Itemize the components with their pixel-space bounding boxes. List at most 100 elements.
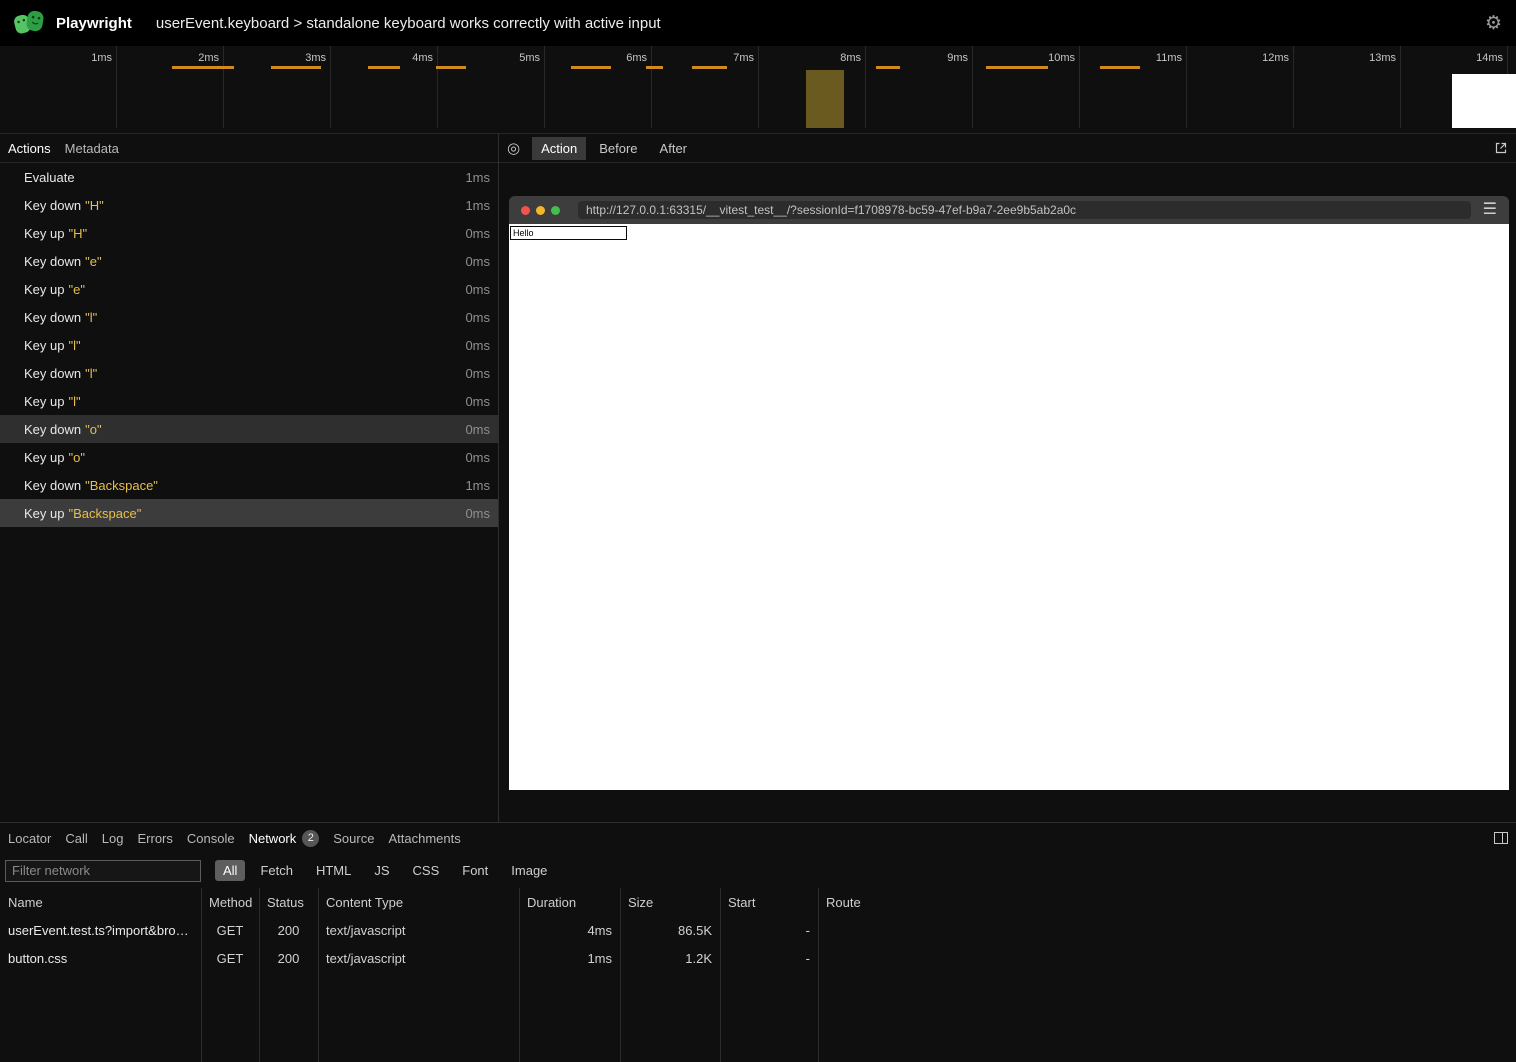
tick-label: 13ms [1369,52,1396,64]
pick-locator-icon[interactable]: ◎ [507,139,520,157]
timeline-tick: 5ms [438,46,545,128]
column-header-method: Method [201,895,259,910]
snapshot-area: http://127.0.0.1:63315/__vitest_test__/?… [499,163,1516,822]
tick-label: 6ms [626,52,647,64]
cell-name: userEvent.test.ts?import&bro… [0,923,201,938]
tab-network[interactable]: Network2 [249,830,320,847]
filter-chip-image[interactable]: Image [503,860,555,881]
timeline-action-mark [271,66,321,69]
browser-window: http://127.0.0.1:63315/__vitest_test__/?… [509,196,1509,790]
timeline-tick: 7ms [652,46,759,128]
filter-chip-fetch[interactable]: Fetch [252,860,301,881]
action-row[interactable]: Key up"l"0ms [0,387,498,415]
cell-method: GET [201,951,259,966]
action-row[interactable]: Key up"o"0ms [0,443,498,471]
network-row[interactable]: userEvent.test.ts?import&bro…GET200text/… [0,916,1516,944]
timeline-tick: 3ms [224,46,331,128]
action-row[interactable]: Key down"H"1ms [0,191,498,219]
action-key-value: "e" [68,282,84,297]
playwright-logo-icon [14,9,44,37]
tab-log[interactable]: Log [102,831,124,846]
action-duration: 0ms [465,226,490,241]
tab-actions[interactable]: Actions [8,141,51,156]
timeline-tick: 2ms [117,46,224,128]
page-text-input[interactable] [510,226,627,240]
tick-label: 5ms [519,52,540,64]
action-title: Key down [24,422,81,437]
actions-panel: Actions Metadata Evaluate1msKey down"H"1… [0,134,499,822]
timeline-tick: 10ms [973,46,1080,128]
action-duration: 0ms [465,394,490,409]
tab-source[interactable]: Source [333,831,374,846]
action-key-value: "o" [68,450,84,465]
tab-metadata[interactable]: Metadata [65,141,119,156]
settings-gear-icon[interactable]: ⚙ [1485,14,1502,33]
filter-chip-js[interactable]: JS [366,860,397,881]
timeline-tick: 1ms [0,46,117,128]
network-row[interactable]: button.cssGET200text/javascript1ms1.2K- [0,944,1516,972]
action-row[interactable]: Key down"l"0ms [0,359,498,387]
tab-action[interactable]: Action [532,137,586,160]
cell-duration: 1ms [519,951,620,966]
window-dot-yellow-icon [536,206,545,215]
tick-label: 11ms [1156,52,1182,64]
action-row[interactable]: Key up"l"0ms [0,331,498,359]
timeline-action-mark [368,66,400,69]
timeline-action-mark [646,66,663,69]
open-external-icon[interactable] [1494,141,1508,155]
action-row[interactable]: Key up"H"0ms [0,219,498,247]
timeline-tick: 4ms [331,46,438,128]
column-header-start: Start [720,895,818,910]
network-table-header: NameMethodStatusContent TypeDurationSize… [0,888,1516,916]
action-row[interactable]: Evaluate1ms [0,163,498,191]
action-row[interactable]: Key up"Backspace"0ms [0,499,498,527]
action-key-value: "Backspace" [68,506,141,521]
test-title: userEvent.keyboard > standalone keyboard… [156,15,661,32]
snapshot-page [509,224,1509,790]
action-title: Key up [24,506,64,521]
timeline-action-mark [172,66,234,69]
tick-label: 4ms [412,52,433,64]
tick-label: 2ms [198,52,219,64]
tab-after[interactable]: After [651,137,696,160]
timeline-action-mark [436,66,466,69]
action-row[interactable]: Key down"o"0ms [0,415,498,443]
tab-errors[interactable]: Errors [137,831,172,846]
action-row[interactable]: Key up"e"0ms [0,275,498,303]
timeline[interactable]: 1ms2ms3ms4ms5ms6ms7ms8ms9ms10ms11ms12ms1… [0,46,1516,134]
network-filter-input[interactable] [5,860,201,882]
action-title: Evaluate [24,170,75,185]
timeline-thumbnail [1452,74,1516,128]
action-title: Key down [24,310,81,325]
filter-chip-html[interactable]: HTML [308,860,359,881]
filter-chip-font[interactable]: Font [454,860,496,881]
tab-console[interactable]: Console [187,831,235,846]
tab-attachments[interactable]: Attachments [388,831,460,846]
filter-chip-all[interactable]: All [215,860,245,881]
cell-size: 86.5K [620,923,720,938]
tab-call[interactable]: Call [65,831,87,846]
action-row[interactable]: Key down"Backspace"1ms [0,471,498,499]
left-panel-tabs: Actions Metadata [0,134,498,163]
action-row[interactable]: Key down"e"0ms [0,247,498,275]
filter-chip-css[interactable]: CSS [405,860,448,881]
tick-label: 14ms [1476,52,1503,64]
column-header-size: Size [620,895,720,910]
timeline-tick: 13ms [1294,46,1401,128]
tab-locator[interactable]: Locator [8,831,51,846]
tab-before[interactable]: Before [590,137,646,160]
trace-viewer: Playwright userEvent.keyboard > standalo… [0,0,1516,1062]
bottom-tab-bar: Locator Call Log Errors Console Network2 Sourc… [0,823,1516,853]
cell-status: 200 [259,951,318,966]
action-duration: 0ms [465,338,490,353]
timeline-action-mark [571,66,611,69]
cell-start: - [720,951,818,966]
action-row[interactable]: Key down"l"0ms [0,303,498,331]
toggle-panel-layout-icon[interactable] [1494,832,1508,844]
network-count-badge: 2 [302,830,319,847]
action-duration: 0ms [465,282,490,297]
action-key-value: "l" [68,338,80,353]
action-duration: 0ms [465,422,490,437]
action-title: Key up [24,450,64,465]
column-header-content_type: Content Type [318,895,519,910]
